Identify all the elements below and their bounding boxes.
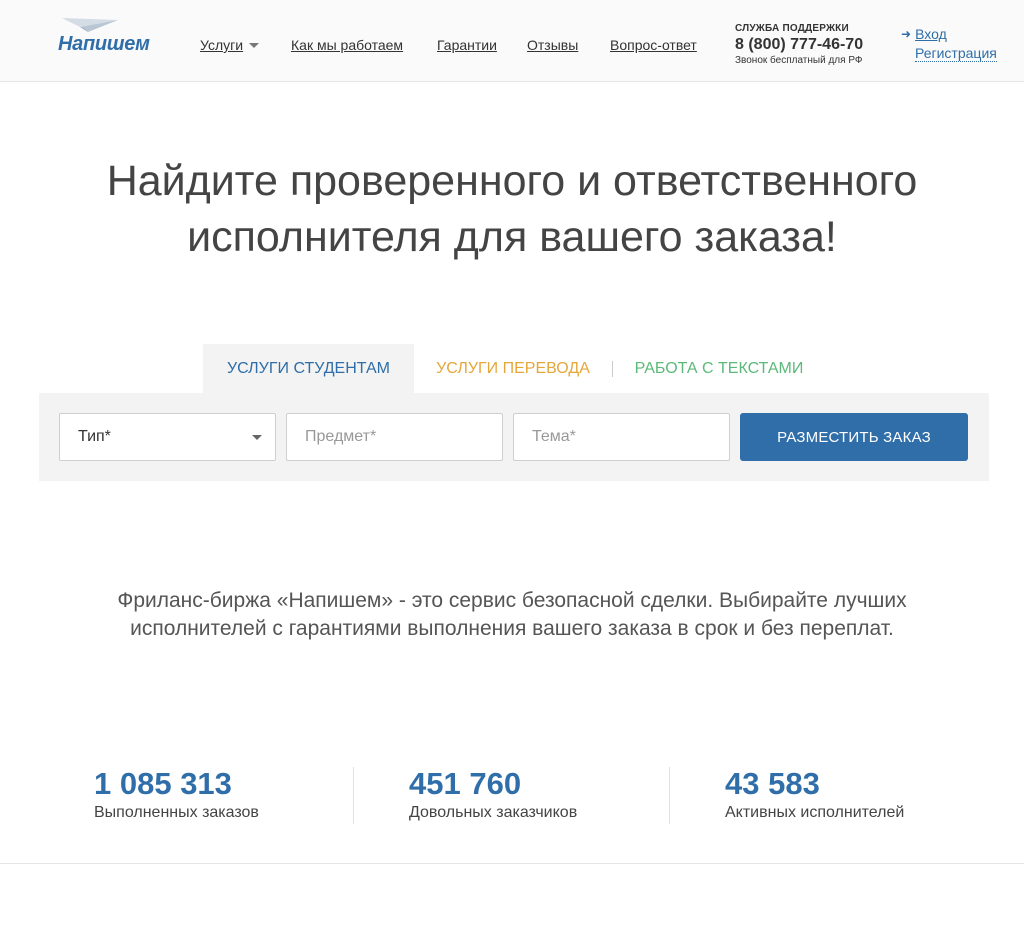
- tab-text-work[interactable]: РАБОТА С ТЕКСТАМИ: [613, 344, 825, 394]
- type-select[interactable]: Тип*: [59, 413, 276, 461]
- paper-plane-icon: [62, 18, 118, 32]
- description-line1: Фриланс-биржа «Напишем» - это сервис без…: [117, 589, 907, 612]
- tab-student-services[interactable]: УСЛУГИ СТУДЕНТАМ: [203, 344, 414, 394]
- support-phone[interactable]: 8 (800) 777-46-70: [735, 36, 863, 54]
- hero-title: Найдите проверенного и ответственного ис…: [0, 153, 1024, 265]
- stat-value: 1 085 313: [94, 766, 232, 801]
- nav-services[interactable]: Услуги: [200, 37, 260, 53]
- stat-value: 43 583: [725, 766, 820, 801]
- hero-title-line2: исполнителя для вашего заказа!: [187, 213, 837, 261]
- nav-how-we-work[interactable]: Как мы работаем: [291, 37, 403, 53]
- order-form: Тип* Предмет* Тема* РАЗМЕСТИТЬ ЗАКАЗ: [39, 393, 989, 481]
- support-note: Звонок бесплатный для РФ: [735, 55, 863, 66]
- site-header: Напишем Услуги Как мы работаем Гарантии …: [0, 0, 1024, 82]
- topic-input[interactable]: Тема*: [513, 413, 730, 461]
- service-description: Фриланс-биржа «Напишем» - это сервис без…: [0, 587, 1024, 643]
- stat-label: Активных исполнителей: [725, 804, 905, 821]
- nav-services-label: Услуги: [200, 37, 244, 53]
- description-line2: исполнителей с гарантиями выполнения ваш…: [130, 617, 894, 640]
- hero-title-line1: Найдите проверенного и ответственного: [106, 157, 918, 205]
- place-order-button[interactable]: РАЗМЕСТИТЬ ЗАКАЗ: [740, 413, 968, 461]
- login-link[interactable]: ➜ Вход: [901, 26, 997, 42]
- chevron-down-icon: [252, 435, 262, 440]
- arrow-right-icon: ➜: [901, 27, 912, 41]
- login-label: Вход: [915, 26, 947, 42]
- stat-label: Выполненных заказов: [94, 804, 259, 821]
- nav-guarantees[interactable]: Гарантии: [437, 37, 497, 53]
- stat-divider: [353, 767, 354, 824]
- type-select-value: Тип*: [78, 428, 111, 445]
- subject-input[interactable]: Предмет*: [286, 413, 503, 461]
- nav-reviews[interactable]: Отзывы: [527, 37, 578, 53]
- caret-down-icon: [249, 42, 260, 48]
- stat-active-executors: 43 583 Активных исполнителей: [725, 766, 904, 822]
- stat-divider: [669, 767, 670, 824]
- support-title: СЛУЖБА ПОДДЕРЖКИ: [735, 23, 849, 34]
- stat-happy-customers: 451 760 Довольных заказчиков: [409, 766, 577, 822]
- section-divider: [0, 863, 1024, 864]
- nav-faq[interactable]: Вопрос-ответ: [610, 37, 697, 53]
- auth-block: ➜ Вход Регистрация: [901, 26, 997, 63]
- stat-label: Довольных заказчиков: [409, 804, 578, 821]
- support-block: СЛУЖБА ПОДДЕРЖКИ 8 (800) 777-46-70 Звоно…: [735, 23, 863, 66]
- logo[interactable]: Напишем: [56, 16, 156, 56]
- tab-translation-services[interactable]: УСЛУГИ ПЕРЕВОДА: [414, 344, 612, 394]
- stat-value: 451 760: [409, 766, 522, 801]
- register-link[interactable]: Регистрация: [915, 45, 997, 62]
- logo-text: Напишем: [58, 33, 150, 55]
- stat-completed-orders: 1 085 313 Выполненных заказов: [94, 766, 259, 822]
